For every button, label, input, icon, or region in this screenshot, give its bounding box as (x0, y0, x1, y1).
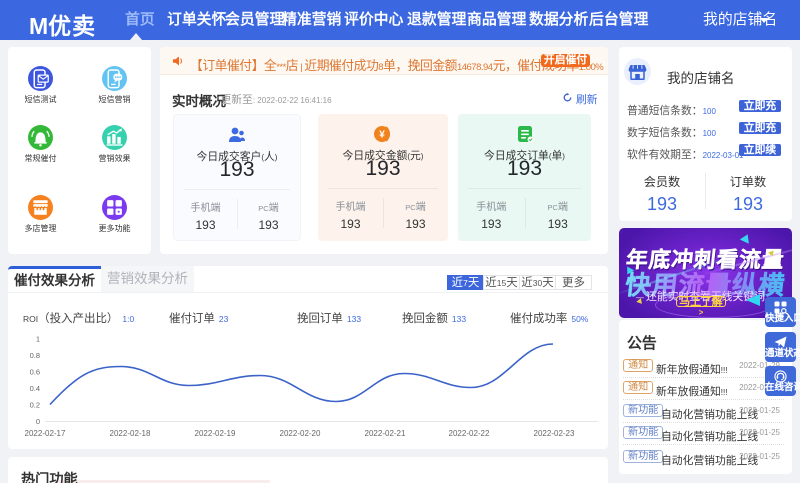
svg-text:2022-02-20: 2022-02-20 (280, 429, 321, 438)
svg-text:0.4: 0.4 (30, 384, 40, 393)
svg-text:2022-02-18: 2022-02-18 (110, 429, 151, 438)
svg-text:1: 1 (36, 335, 40, 344)
svg-text:2022-02-19: 2022-02-19 (195, 429, 236, 438)
svg-text:0.8: 0.8 (30, 351, 40, 360)
svg-text:2022-02-17: 2022-02-17 (25, 429, 66, 438)
svg-text:2022-02-22: 2022-02-22 (449, 429, 490, 438)
svg-text:¥: ¥ (379, 130, 385, 141)
svg-text:0: 0 (36, 417, 40, 426)
svg-text:0.6: 0.6 (30, 368, 40, 377)
svg-text:2022-02-23: 2022-02-23 (534, 429, 575, 438)
svg-text:0.2: 0.2 (30, 401, 40, 410)
svg-text:2022-02-21: 2022-02-21 (365, 429, 406, 438)
